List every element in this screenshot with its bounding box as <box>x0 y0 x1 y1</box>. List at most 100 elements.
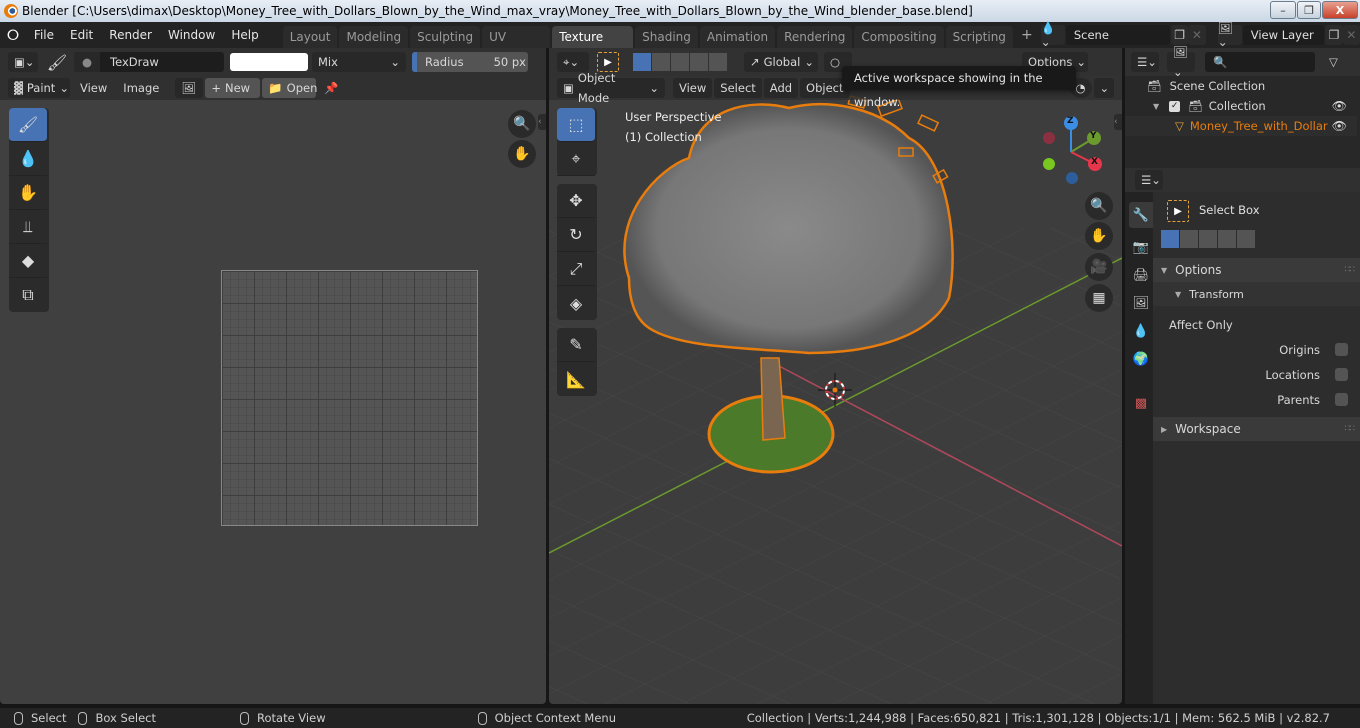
mode-invert-icon[interactable] <box>690 53 708 71</box>
view-layer-name-field[interactable]: View Layer <box>1242 25 1325 45</box>
radius-slider[interactable]: Radius 50 px <box>412 52 528 72</box>
mask-tool[interactable]: ⧉ <box>9 278 47 312</box>
sidebar-toggle-icon[interactable]: ‹ <box>538 114 546 130</box>
new-image-button[interactable]: + New <box>205 78 261 98</box>
world-tab-icon[interactable]: 🌍 <box>1129 346 1153 372</box>
filter-icon[interactable]: ▽ <box>1329 55 1338 69</box>
menu-view[interactable]: View <box>72 78 115 98</box>
menu-window[interactable]: Window <box>160 22 223 48</box>
origins-checkbox[interactable] <box>1335 343 1348 356</box>
annotate-tool[interactable]: ✎ <box>557 328 595 362</box>
view-layer-tab-icon[interactable]: 🖼 <box>1129 290 1153 316</box>
tab-scripting[interactable]: Scripting <box>945 26 1013 48</box>
transform-subpanel-header[interactable]: ▼ Transform <box>1153 282 1360 306</box>
mode-extend-icon[interactable] <box>1180 230 1198 248</box>
mode-intersect-icon[interactable] <box>1237 230 1255 248</box>
mode-subtract-icon[interactable] <box>1199 230 1217 248</box>
clone-tool[interactable]: ⫫ <box>9 210 47 244</box>
menu-add[interactable]: Add <box>763 78 799 98</box>
menu-select[interactable]: Select <box>714 78 762 98</box>
cursor-tool[interactable]: ⌖ <box>557 142 595 176</box>
menu-file[interactable]: File <box>26 22 62 48</box>
tab-modeling[interactable]: Modeling <box>339 26 409 48</box>
tab-shading[interactable]: Shading <box>635 26 698 48</box>
scene-selector-icon[interactable]: 💧⌄ <box>1040 21 1065 49</box>
rotate-tool[interactable]: ↻ <box>557 218 595 252</box>
delete-view-layer-icon[interactable]: ✕ <box>1342 25 1360 45</box>
paint-mode-dropdown[interactable]: ▓ Paint ⌄ <box>8 78 70 98</box>
display-mode-icon[interactable]: 🖼⌄ <box>1167 45 1195 79</box>
transform-tool[interactable]: ◈ <box>557 286 595 320</box>
menu-view[interactable]: View <box>673 78 713 98</box>
navigation-gizmo[interactable]: Z Y X <box>1039 114 1109 184</box>
transform-orientation-dropdown[interactable]: ↗ Global ⌄ <box>744 52 818 72</box>
parents-checkbox[interactable] <box>1335 393 1348 406</box>
workspace-panel-header[interactable]: ▶ Workspace ∷∷ <box>1153 417 1360 441</box>
view-layer-selector-icon[interactable]: 🖼⌄ <box>1217 21 1242 49</box>
tab-sculpting[interactable]: Sculpting <box>410 26 481 48</box>
new-view-layer-icon[interactable]: ❐ <box>1325 25 1343 45</box>
3d-viewport[interactable]: ⌖⌄ ▶ ↗ Global ⌄ ○ Options ⌄ ▣ Object Mode ⌄ V… <box>549 48 1122 704</box>
mode-intersect-icon[interactable] <box>709 53 727 71</box>
mode-subtract-icon[interactable] <box>671 53 689 71</box>
outliner-search-input[interactable]: 🔍 <box>1205 52 1315 72</box>
smear-tool[interactable]: ✋ <box>9 176 47 210</box>
open-image-button[interactable]: 📁 Open <box>262 78 317 98</box>
scene-tab-icon[interactable]: 💧 <box>1129 318 1153 344</box>
menu-render[interactable]: Render <box>101 22 160 48</box>
tool-settings-tab-icon[interactable]: 🔧 <box>1129 202 1153 228</box>
menu-edit[interactable]: Edit <box>62 22 101 48</box>
fill-tool[interactable]: ◆ <box>9 244 47 278</box>
mode-extend-icon[interactable] <box>652 53 670 71</box>
select-box-tool[interactable]: ⬚ <box>557 108 595 142</box>
shading-options-icon[interactable]: ⌄ <box>1093 78 1114 98</box>
minimize-button[interactable]: – <box>1270 1 1296 19</box>
close-button[interactable]: X <box>1322 1 1358 19</box>
browse-image-icon[interactable]: 🖼 <box>175 78 204 98</box>
texture-tab-icon[interactable]: ▩ <box>1129 390 1153 416</box>
collection-checkbox[interactable]: ✓ <box>1169 100 1181 112</box>
brush-selector[interactable]: ● TexDraw <box>74 52 224 72</box>
drag-handle-icon[interactable]: ∷∷ <box>1345 424 1356 434</box>
collection-row[interactable]: ▼ ✓ 🗃 Collection 👁 <box>1125 96 1357 116</box>
scale-tool[interactable]: ⤢ <box>557 252 595 286</box>
visibility-eye-icon[interactable]: 👁 <box>1332 119 1347 133</box>
drag-handle-icon[interactable]: ∷∷ <box>1345 265 1356 275</box>
brush-color-swatch[interactable] <box>230 53 308 71</box>
zoom-icon[interactable]: 🔍 <box>508 110 536 138</box>
maximize-button[interactable]: ❐ <box>1297 1 1321 19</box>
expand-triangle-icon[interactable]: ▼ <box>1153 102 1159 111</box>
measure-tool[interactable]: 📐 <box>557 362 595 396</box>
output-tab-icon[interactable]: 🖨 <box>1129 262 1153 288</box>
visibility-eye-icon[interactable]: 👁 <box>1332 99 1347 113</box>
tab-texture-paint[interactable]: Texture Paint <box>552 26 634 66</box>
pan-hand-icon[interactable]: ✋ <box>1085 222 1113 250</box>
menu-help[interactable]: Help <box>223 22 266 48</box>
tab-animation[interactable]: Animation <box>699 26 776 48</box>
scene-name-field[interactable]: Scene <box>1065 25 1170 45</box>
object-mode-dropdown[interactable]: ▣ Object Mode ⌄ <box>557 71 665 105</box>
camera-view-icon[interactable]: 🎥 <box>1085 253 1113 281</box>
pan-hand-icon[interactable]: ✋ <box>508 140 536 168</box>
add-workspace-button[interactable]: + <box>1015 27 1039 43</box>
pin-icon[interactable]: 📌 <box>318 81 338 95</box>
image-canvas[interactable] <box>221 270 478 526</box>
tab-uv-editing[interactable]: UV Editing <box>482 26 551 66</box>
mode-invert-icon[interactable] <box>1218 230 1236 248</box>
render-tab-icon[interactable]: 📷 <box>1129 234 1153 260</box>
editor-type-icon[interactable]: ▣⌄ <box>8 52 38 72</box>
sidebar-toggle-icon[interactable]: ‹ <box>1114 114 1122 130</box>
properties-editor-type-icon[interactable]: ☰⌄ <box>1135 170 1163 190</box>
soften-tool[interactable]: 💧 <box>9 142 47 176</box>
scene-collection-row[interactable]: 🗃 Scene Collection <box>1125 76 1357 96</box>
blend-mode-dropdown[interactable]: Mix ⌄ <box>312 52 406 72</box>
zoom-icon[interactable]: 🔍 <box>1085 192 1113 220</box>
delete-scene-icon[interactable]: ✕ <box>1188 25 1206 45</box>
draw-tool[interactable]: 🖌 <box>9 108 47 142</box>
selection-mode-buttons[interactable] <box>1161 230 1256 248</box>
options-panel-header[interactable]: ▼ Options ∷∷ <box>1153 258 1360 282</box>
menu-image[interactable]: Image <box>115 78 167 98</box>
selection-mode-buttons[interactable] <box>633 53 728 71</box>
outliner-editor-type-icon[interactable]: ☰⌄ <box>1131 52 1159 72</box>
tab-layout[interactable]: Layout <box>282 26 338 48</box>
